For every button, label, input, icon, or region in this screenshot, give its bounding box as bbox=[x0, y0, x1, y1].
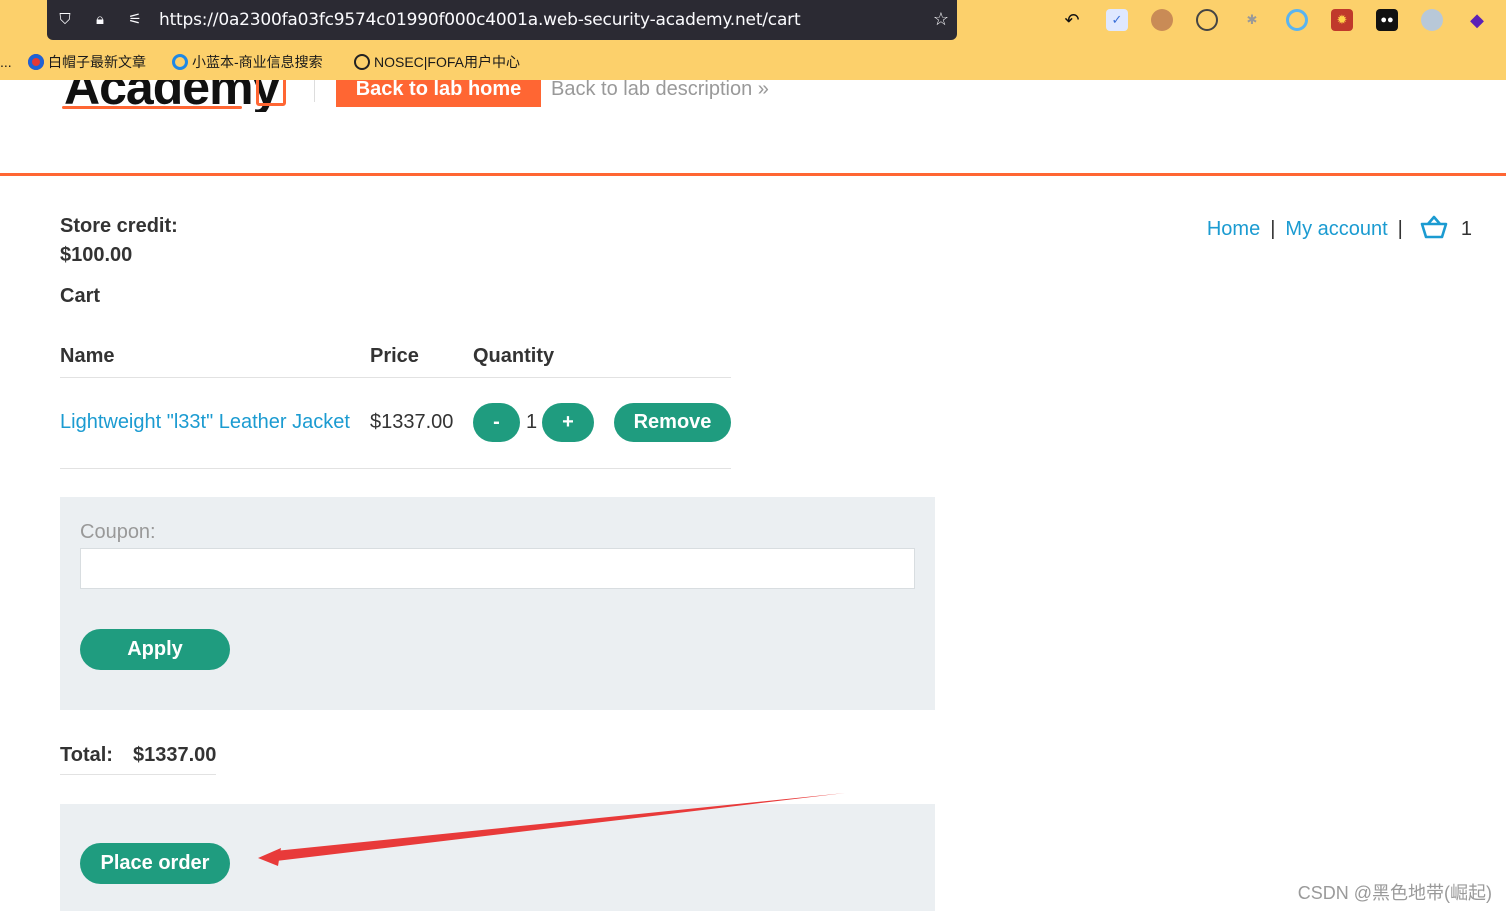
checkout-panel: Place order bbox=[60, 804, 935, 911]
total-label: Total: bbox=[60, 744, 113, 766]
watermark: CSDN @黑色地带(崛起) bbox=[1297, 883, 1492, 903]
extension-gear-icon[interactable]: ✹ bbox=[1331, 9, 1353, 31]
coupon-panel: Coupon: Apply bbox=[60, 497, 935, 710]
bookmark-item[interactable]: 白帽子最新文章 bbox=[28, 50, 146, 74]
store-credit-label: Store credit: bbox=[60, 215, 178, 237]
nav-separator: | bbox=[1397, 218, 1403, 240]
product-price: $1337.00 bbox=[370, 411, 454, 433]
place-order-button[interactable]: Place order bbox=[80, 843, 230, 884]
bookmark-star-icon[interactable]: ☆ bbox=[933, 9, 949, 30]
browser-toolbar: ⛉ 🔒︎ ⚟ https://0a2300fa03fc9574c01990f00… bbox=[0, 0, 1506, 80]
top-nav: Home | My account | 1 bbox=[1207, 214, 1472, 242]
total-value: $1337.00 bbox=[133, 744, 217, 766]
quantity-value: 1 bbox=[526, 411, 538, 433]
nav-home-link[interactable]: Home bbox=[1207, 218, 1260, 240]
academy-mark-icon bbox=[256, 80, 286, 106]
decrease-quantity-button[interactable]: - bbox=[473, 403, 520, 442]
remove-item-button[interactable]: Remove bbox=[614, 403, 731, 442]
bookmarks-overflow[interactable]: ... bbox=[0, 50, 12, 74]
table-header-rule bbox=[60, 377, 731, 378]
logo-underline bbox=[62, 106, 242, 109]
extension-ring-icon[interactable] bbox=[1286, 9, 1308, 31]
header-rule bbox=[0, 173, 1506, 176]
cart-basket-icon[interactable] bbox=[1419, 214, 1449, 240]
nav-separator: | bbox=[1270, 218, 1276, 240]
column-header-name: Name bbox=[60, 345, 115, 367]
bookmark-item[interactable]: 小蓝本-商业信息搜索 bbox=[172, 50, 323, 74]
increase-quantity-button[interactable]: + bbox=[542, 403, 594, 442]
permissions-icon[interactable]: ⚟ bbox=[125, 10, 145, 30]
total-rule bbox=[60, 774, 216, 775]
bookmark-item[interactable]: NOSEC|FOFA用户中心 bbox=[354, 50, 520, 74]
cookie-icon[interactable] bbox=[1196, 9, 1218, 31]
toggle-extension-icon[interactable] bbox=[1421, 9, 1443, 31]
shield-icon[interactable]: ⛉ bbox=[55, 10, 75, 30]
url-text[interactable]: https://0a2300fa03fc9574c01990f000c4001a… bbox=[159, 10, 801, 30]
store-credit-value: $100.00 bbox=[60, 244, 133, 266]
header-divider bbox=[314, 80, 315, 102]
column-header-price: Price bbox=[370, 345, 419, 367]
extension-bird-icon[interactable]: ✓ bbox=[1106, 9, 1128, 31]
coupon-input[interactable] bbox=[80, 548, 915, 589]
extension-mask-icon[interactable]: ●● bbox=[1376, 9, 1398, 31]
column-header-quantity: Quantity bbox=[473, 345, 555, 367]
table-row-rule bbox=[60, 468, 731, 469]
back-to-lab-description-link[interactable]: Back to lab description » bbox=[551, 78, 769, 100]
cart-count: 1 bbox=[1460, 218, 1472, 240]
bookmark-favicon-icon bbox=[28, 54, 44, 70]
academy-logo[interactable]: Academy bbox=[62, 80, 292, 112]
back-arrow-icon[interactable]: ↶ bbox=[1061, 9, 1083, 31]
back-to-lab-home-button[interactable]: Back to lab home bbox=[336, 79, 541, 107]
cookie-editor-icon[interactable] bbox=[1151, 9, 1173, 31]
address-bar[interactable]: ⛉ 🔒︎ ⚟ https://0a2300fa03fc9574c01990f00… bbox=[47, 0, 957, 40]
globe-icon bbox=[354, 54, 370, 70]
lock-icon[interactable]: 🔒︎ bbox=[90, 10, 110, 30]
product-name-link[interactable]: Lightweight "l33t" Leather Jacket bbox=[60, 411, 350, 434]
nav-my-account-link[interactable]: My account bbox=[1285, 218, 1387, 240]
bookmark-favicon-icon bbox=[172, 54, 188, 70]
cart-heading: Cart bbox=[60, 285, 101, 307]
extension-bug-icon[interactable]: ✱ bbox=[1241, 9, 1263, 31]
lab-header: Academy Back to lab home Back to lab des… bbox=[0, 78, 1506, 174]
apply-coupon-button[interactable]: Apply bbox=[80, 629, 230, 670]
extension-diamond-icon[interactable]: ◆ bbox=[1466, 9, 1488, 31]
coupon-label: Coupon: bbox=[80, 521, 156, 543]
double-chevron-right-icon: » bbox=[757, 78, 769, 100]
